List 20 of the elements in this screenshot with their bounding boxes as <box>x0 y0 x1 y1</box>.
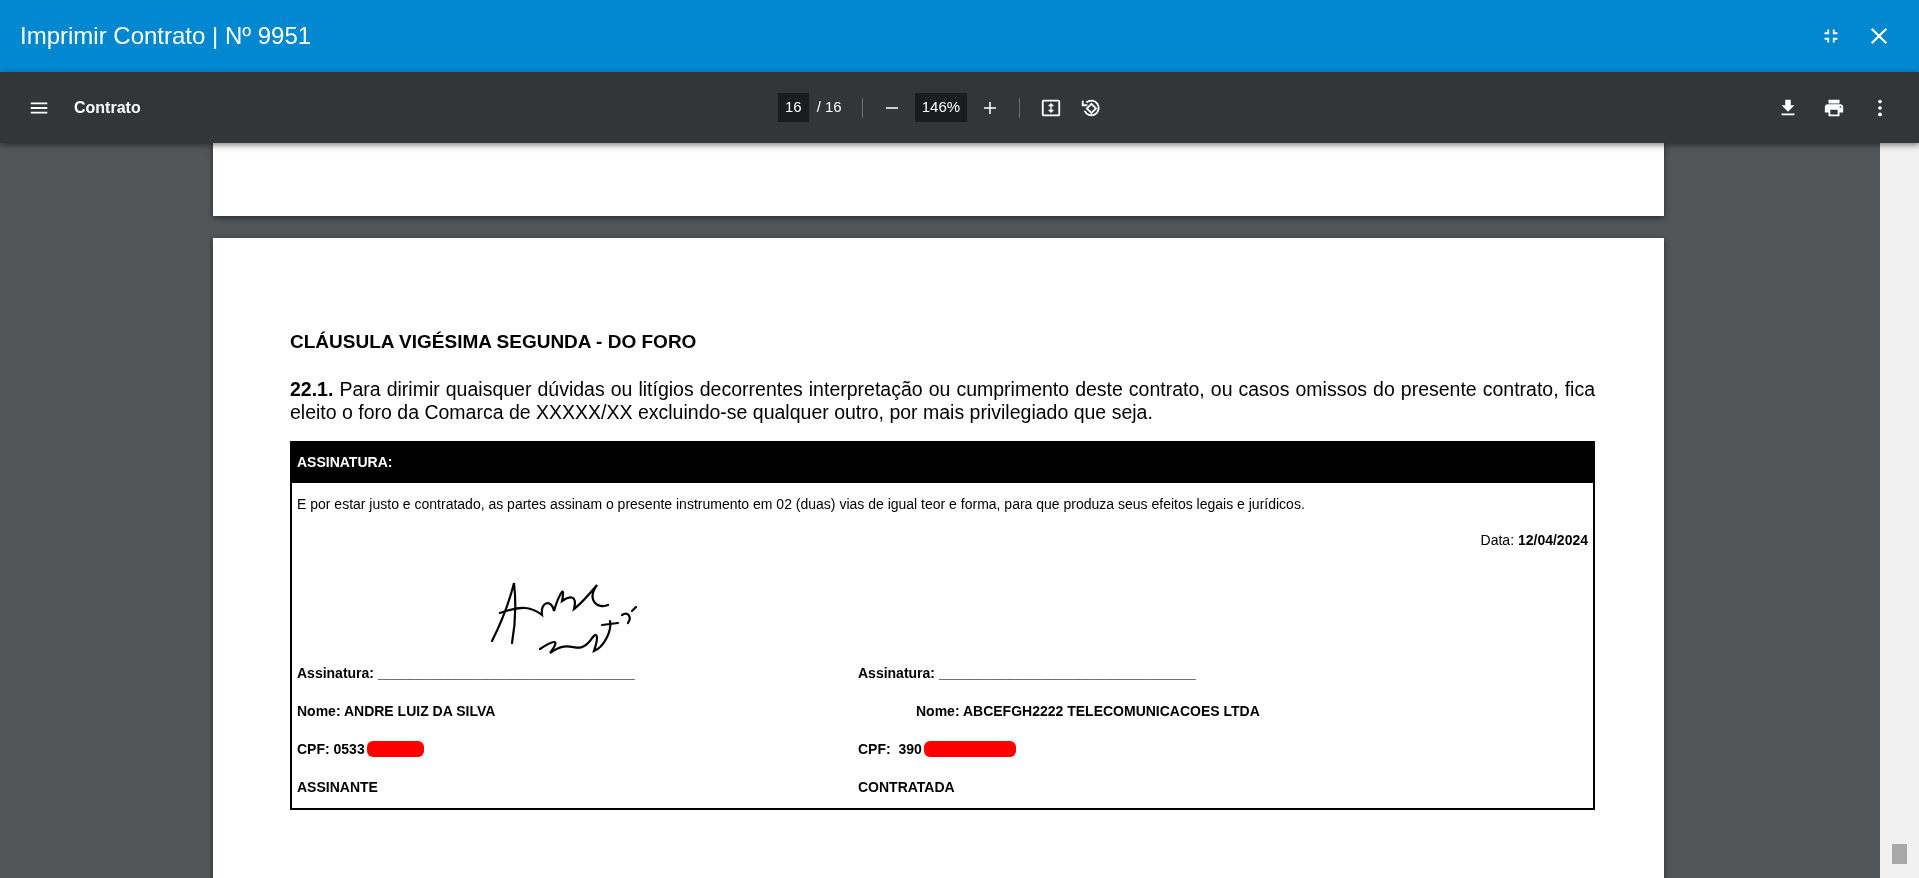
signature-line: Assinatura: _________________________________ <box>858 663 1197 683</box>
scrollbar-thumb[interactable] <box>1892 844 1907 864</box>
redaction-mark <box>366 741 424 757</box>
cpf-label: CPF: 390 <box>858 739 922 759</box>
document-title: Contrato <box>74 97 141 118</box>
page-total: / 16 <box>816 97 842 118</box>
cpf-label: CPF: 0533 <box>297 739 365 759</box>
party-role: ASSINANTE <box>297 777 379 797</box>
party-role: CONTRATADA <box>858 777 956 797</box>
party-name: Nome: ABCEFGH2222 TELECOMUNICACOES LTDA <box>916 701 1261 721</box>
party-name: Nome: ANDRE LUIZ DA SILVA <box>297 701 497 721</box>
clause-paragraph: 22.1. Para dirimir quaisquer dúvidas ou litígios decorrentes interpretação ou cumprimento deste contrato, ou casos omissos do presente contrato, fica eleito o foro da Comarca de XXXXX/XX excluindo-se qualquer outro, por mais privilegiado que seja. <box>290 377 1595 424</box>
contract-date: Data: 12/04/2024 <box>1479 530 1589 550</box>
table-header-text: ASSINATURA: <box>297 453 393 472</box>
window-title: Imprimir Contrato | Nº 9951 <box>20 21 312 51</box>
page-number-field[interactable]: 16 <box>778 93 809 122</box>
signature-line: Assinatura: _________________________________ <box>297 663 636 683</box>
agreement-statement: E por estar justo e contratado, as partes assinam o presente instrumento em 02 (duas) vias de igual teor e forma, para que produza seus efeitos legais e jurídicos. <box>296 494 1306 514</box>
zoom-field[interactable]: 146% <box>914 93 968 122</box>
clause-heading: CLÁUSULA VIGÉSIMA SEGUNDA - DO FORO <box>290 330 698 354</box>
